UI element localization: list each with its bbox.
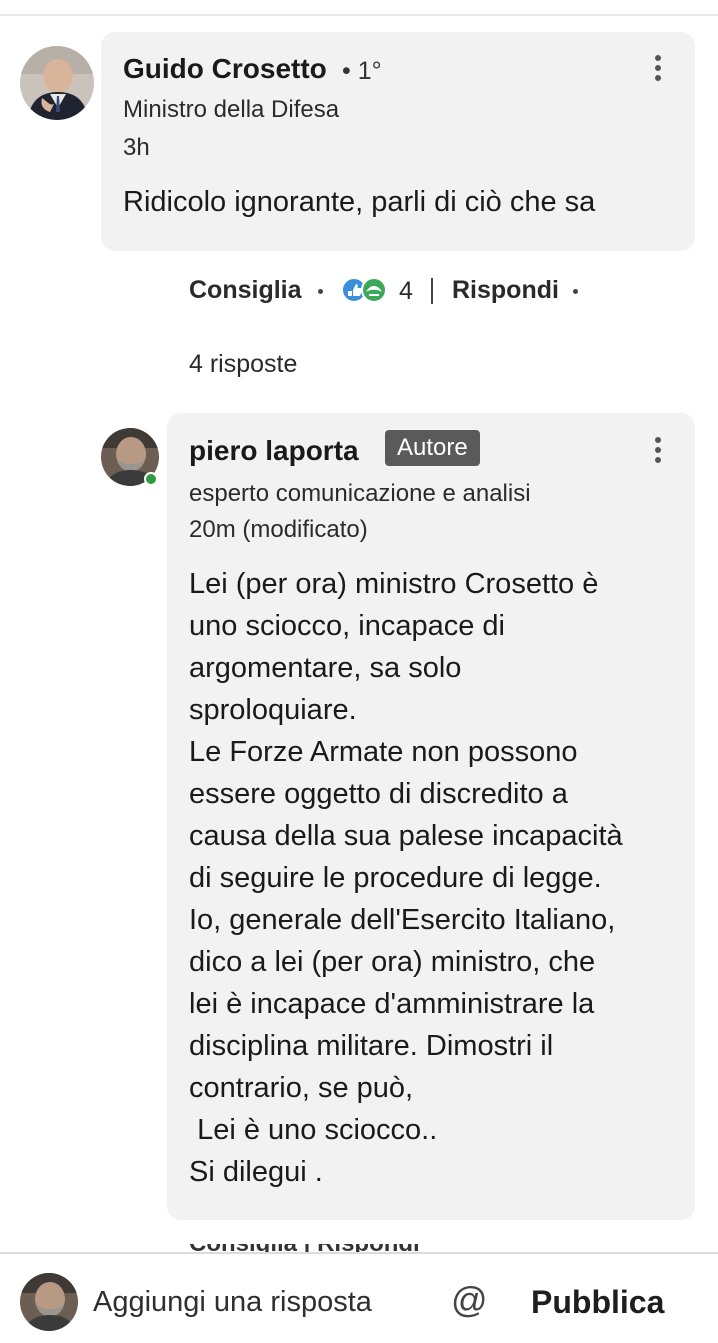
reply-author-headline: esperto comunicazione e analisi <box>189 480 531 507</box>
publish-button[interactable]: Pubblica <box>531 1284 664 1321</box>
replies-count[interactable]: 4 risposte <box>189 350 297 379</box>
author-avatar[interactable] <box>20 46 94 120</box>
separator-dot <box>573 289 578 294</box>
action-divider <box>431 278 433 304</box>
online-status-indicator <box>144 472 158 486</box>
comment-text: Ridicolo ignorante, parli di ciò che sa <box>123 186 596 218</box>
reply-button[interactable]: Rispondi <box>452 276 559 305</box>
reaction-count: 4 <box>399 277 413 305</box>
author-headline: Ministro della Difesa <box>123 96 340 123</box>
reply-time: 20m (modificato) <box>189 516 368 543</box>
kebab-menu-icon[interactable] <box>648 52 668 86</box>
like-button[interactable]: Consiglia <box>189 276 302 305</box>
separator-dot <box>318 289 323 294</box>
at-mention-icon[interactable]: @ <box>451 1279 488 1321</box>
reaction-icons[interactable] <box>340 276 396 304</box>
comment-time: 3h <box>123 134 150 161</box>
reply-author-name[interactable]: piero laporta <box>189 435 359 467</box>
author-name[interactable]: Guido Crosetto <box>123 53 327 85</box>
composer-avatar <box>20 1273 78 1331</box>
connection-degree: • 1° <box>342 57 382 85</box>
top-divider <box>0 14 718 16</box>
reply-text: Lei (per ora) ministro Crosetto è uno sc… <box>189 568 623 1188</box>
kebab-menu-icon[interactable] <box>648 434 668 468</box>
author-badge: Autore <box>385 430 480 466</box>
reply-input[interactable]: Aggiungi una risposta <box>93 1286 372 1319</box>
